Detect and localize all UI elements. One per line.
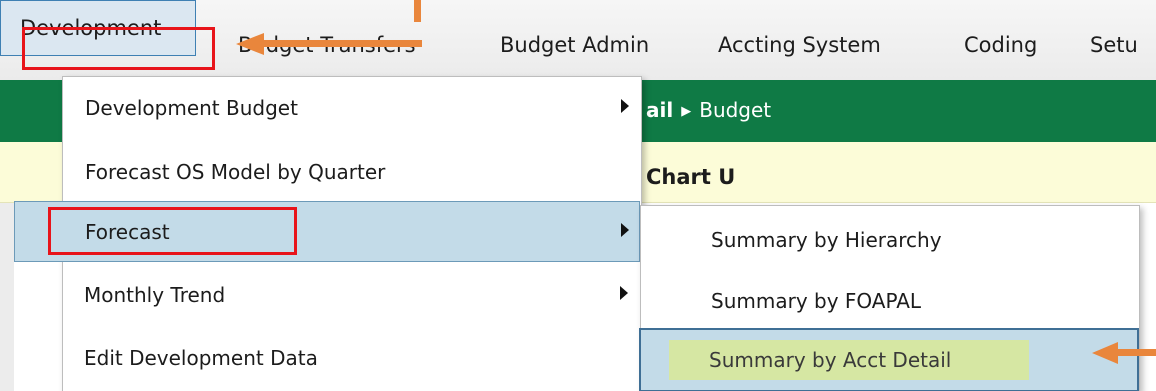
menu-accting-system[interactable]: Accting System [718, 30, 881, 60]
annotation-arrow-shaft [414, 0, 421, 22]
chart-label: Chart U [646, 165, 736, 189]
annotation-arrow-head-icon [236, 33, 264, 55]
submenu-item-summary-by-foapal[interactable]: Summary by FOAPAL [641, 269, 1139, 329]
annotation-arrow-shaft [262, 40, 422, 47]
menu-item-label: Edit Development Data [84, 346, 318, 370]
breadcrumb: ail ▶ Budget [646, 95, 771, 129]
caret-right-icon [620, 286, 628, 300]
annotation-box-forecast [48, 207, 297, 255]
menu-item-label: Monthly Trend [84, 283, 226, 307]
submenu-item-summary-by-hierarchy[interactable]: Summary by Hierarchy [641, 208, 1139, 268]
forecast-submenu: Summary by Hierarchy Summary by FOAPAL S… [639, 205, 1140, 391]
breadcrumb-arrow-icon: ▶ [681, 104, 692, 119]
menu-item-label: Development Budget [85, 96, 298, 120]
submenu-item-label: Summary by Hierarchy [711, 228, 942, 252]
annotation-box-development [22, 27, 215, 70]
menu-item-edit-development-data[interactable]: Edit Development Data [62, 327, 640, 389]
submenu-item-label: Summary by Acct Detail [709, 348, 952, 372]
caret-right-icon [621, 223, 629, 237]
screenshot-stage: Development Budget Transfers Budget Admi… [0, 0, 1156, 391]
submenu-item-summary-by-acct-detail[interactable]: Summary by Acct Detail [639, 328, 1139, 391]
caret-right-icon [621, 99, 629, 113]
submenu-item-label: Summary by FOAPAL [711, 289, 922, 313]
menu-coding[interactable]: Coding [964, 30, 1037, 60]
menu-budget-admin[interactable]: Budget Admin [500, 30, 649, 60]
annotation-arrow-head-icon [1092, 342, 1118, 364]
breadcrumb-prefix[interactable]: ail [646, 98, 673, 122]
menu-item-label: Forecast OS Model by Quarter [85, 160, 386, 184]
menu-item-development-budget[interactable]: Development Budget [63, 77, 641, 139]
breadcrumb-current[interactable]: Budget [699, 98, 771, 122]
annotation-arrow-shaft [1116, 349, 1156, 356]
menu-item-forecast-os-model[interactable]: Forecast OS Model by Quarter [63, 141, 641, 203]
menu-item-monthly-trend[interactable]: Monthly Trend [62, 264, 640, 326]
menu-setup[interactable]: Setu [1090, 30, 1138, 60]
